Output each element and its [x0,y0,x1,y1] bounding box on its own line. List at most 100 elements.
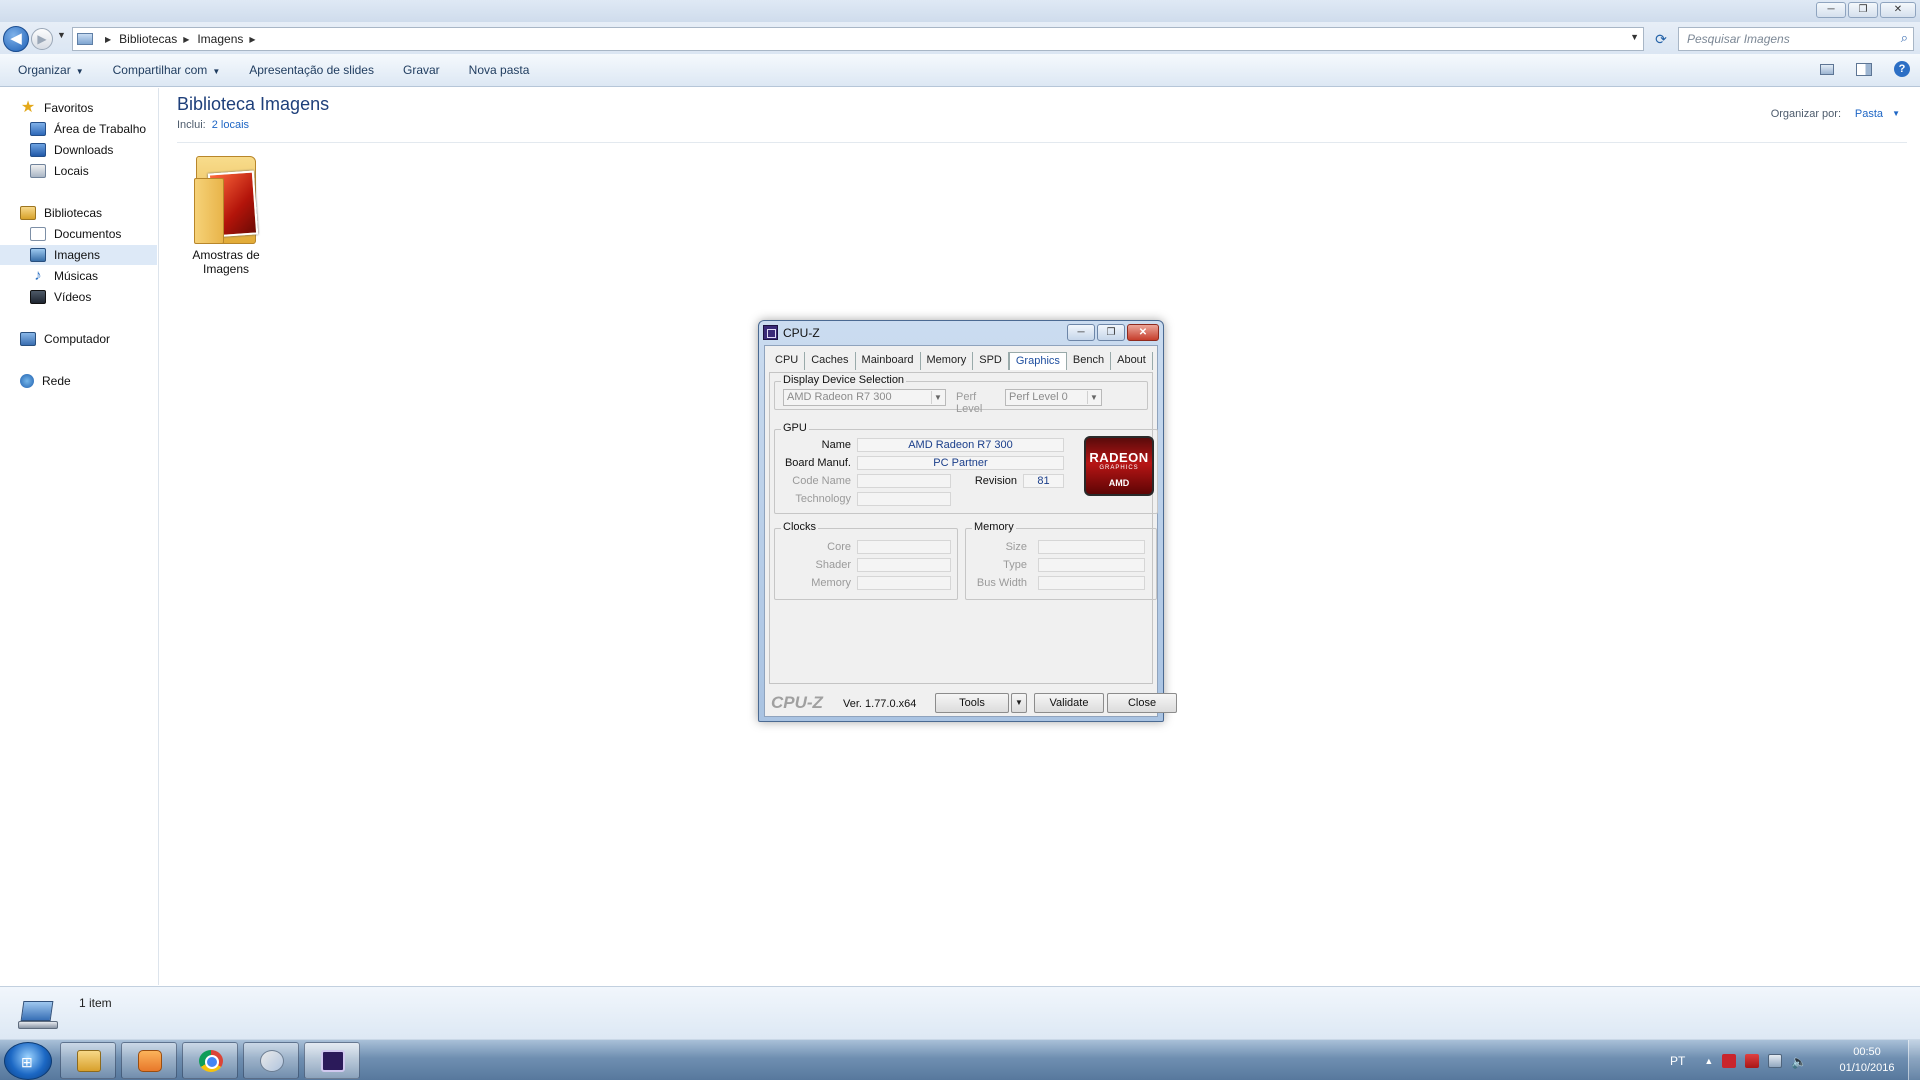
breadcrumb-separator[interactable]: ▶ [183,35,189,44]
nav-item-downloads[interactable]: Downloads [30,140,113,160]
taskbar-paint[interactable] [243,1042,299,1079]
taskbar-explorer[interactable] [60,1042,116,1079]
network-tray-icon[interactable] [1768,1053,1783,1068]
tab-memory[interactable]: Memory [921,352,974,370]
forward-button[interactable]: ▶ [31,28,53,50]
nav-item-computador[interactable]: Computador [20,329,110,349]
includes-locations-link[interactable]: 2 locais [212,119,249,131]
breadcrumb-separator[interactable]: ▶ [249,35,255,44]
back-button[interactable]: ◀ [3,26,29,52]
includes-label: Inclui: [177,119,206,131]
tab-spd[interactable]: SPD [973,352,1009,370]
breadcrumb-bibliotecas[interactable]: Bibliotecas [119,32,177,46]
command-bar: Organizar ▼ Compartilhar com ▼ Apresentaçã… [0,54,1920,87]
preview-pane-icon[interactable] [1856,62,1872,76]
logo-text-radeon: RADEON [1089,450,1149,465]
show-desktop-button[interactable] [1908,1040,1920,1081]
nav-item-locais[interactable]: Locais [30,161,89,181]
nav-item-rede[interactable]: Rede [20,371,71,391]
slideshow-button[interactable]: Apresentação de slides [249,63,374,77]
address-bar[interactable]: ▶ Bibliotecas ▶ Imagens ▶ ▼ [72,27,1644,51]
nav-item-musicas[interactable]: ♪ Músicas [30,266,98,286]
folder-icon [190,148,262,244]
burn-button[interactable]: Gravar [403,63,440,77]
clock[interactable]: 00:50 01/10/2016 [1830,1044,1904,1076]
clock-date: 01/10/2016 [1839,1062,1895,1074]
memory-size-field [1038,540,1145,554]
memory-clock-label: Memory [811,577,851,589]
cpuz-titlebar[interactable]: CPU-Z ─ ❐ ✕ [759,321,1163,345]
taskbar-chrome[interactable] [182,1042,238,1079]
gpu-group: GPU Name AMD Radeon R7 300 Board Manuf. … [774,422,1158,514]
cpuz-close-button[interactable]: ✕ [1127,324,1159,341]
tab-about[interactable]: About [1111,352,1153,370]
close-dialog-button[interactable]: Close [1107,693,1177,713]
list-item[interactable]: Amostras de Imagens [182,148,270,276]
folder-label: Amostras de Imagens [182,248,270,276]
cpuz-maximize-button[interactable]: ❐ [1097,324,1125,341]
nav-item-imagens[interactable]: Imagens [0,245,157,265]
tools-button[interactable]: Tools [935,693,1009,713]
nav-item-favoritos[interactable]: ★ Favoritos [20,98,94,118]
search-icon[interactable]: ⌕ [1901,30,1908,46]
breadcrumb-imagens[interactable]: Imagens [197,32,243,46]
tab-caches[interactable]: Caches [805,352,856,370]
gpu-name-label: Name [821,439,851,451]
start-button[interactable]: ⊞ [4,1042,52,1080]
change-view-icon[interactable] [1820,63,1834,75]
cpuz-footer: CPU-Z Ver. 1.77.0.x64 Tools ▼ Validate C… [769,692,1177,714]
version-label: Ver. 1.77.0.x64 [843,698,917,710]
bus-width-label: Bus Width [976,577,1027,589]
chevron-down-icon[interactable]: ▼ [1892,109,1900,118]
address-dropdown[interactable]: ▼ [1630,32,1639,42]
nav-item-documentos[interactable]: Documentos [30,224,121,244]
show-hidden-icons[interactable]: ▲ [1704,1056,1713,1066]
search-input[interactable]: Pesquisar Imagens ⌕ [1678,27,1914,51]
nav-label: Locais [54,164,89,178]
tab-bench[interactable]: Bench [1067,352,1112,370]
nav-item-videos[interactable]: Vídeos [30,287,91,307]
tools-dropdown-button[interactable]: ▼ [1011,693,1027,713]
validate-button[interactable]: Validate [1034,693,1104,713]
perf-level-select[interactable]: Perf Level 0 ▼ [1005,389,1102,406]
recent-pages-dropdown[interactable]: ▼ [57,30,66,40]
volume-icon[interactable]: 🔈 [1791,1054,1807,1069]
minimize-button[interactable]: ─ [1816,2,1846,18]
computer-icon [20,332,36,346]
chrome-icon [199,1050,223,1072]
cpuz-minimize-button[interactable]: ─ [1067,324,1095,341]
chevron-down-icon: ▼ [212,67,221,76]
organize-menu[interactable]: Organizar ▼ [18,63,84,77]
arrange-by-dropdown[interactable]: Pasta [1855,108,1883,120]
share-with-menu[interactable]: Compartilhar com ▼ [113,63,221,77]
display-device-select[interactable]: AMD Radeon R7 300 ▼ [783,389,946,406]
cpuz-app-icon[interactable] [763,325,778,340]
organize-label: Organizar [18,63,71,77]
cpuz-brand-logo: CPU-Z [771,693,823,712]
tab-cpu[interactable]: CPU [769,352,806,370]
taskbar-cpuz[interactable] [304,1042,360,1079]
taskbar-media-player[interactable] [121,1042,177,1079]
cpuz-title: CPU-Z [783,326,820,340]
tab-mainboard[interactable]: Mainboard [856,352,921,370]
arrange-by-label: Organizar por: [1770,108,1841,120]
chevron-down-icon: ▼ [75,67,84,76]
refresh-icon[interactable]: ⟳ [1650,28,1672,50]
action-center-icon[interactable] [1745,1053,1760,1068]
perf-level-label: Perf Level [956,391,983,415]
tab-graphics[interactable]: Graphics [1008,352,1067,370]
nav-label: Músicas [54,269,99,283]
language-indicator[interactable]: PT [1670,1054,1685,1068]
close-button[interactable]: ✕ [1880,2,1916,18]
new-folder-button[interactable]: Nova pasta [469,63,530,77]
technology-field [857,492,951,506]
explorer-icon [77,1050,101,1072]
nav-item-area-de-trabalho[interactable]: Área de Trabalho [30,119,146,139]
help-icon[interactable]: ? [1894,61,1910,77]
maximize-button[interactable]: ❐ [1848,2,1878,18]
clock-time: 00:50 [1853,1046,1881,1058]
breadcrumb-separator[interactable]: ▶ [105,35,111,44]
nav-item-bibliotecas[interactable]: Bibliotecas [20,203,102,223]
amd-tray-icon[interactable] [1722,1053,1737,1068]
clocks-group: Clocks Core Shader Memory [774,521,958,600]
